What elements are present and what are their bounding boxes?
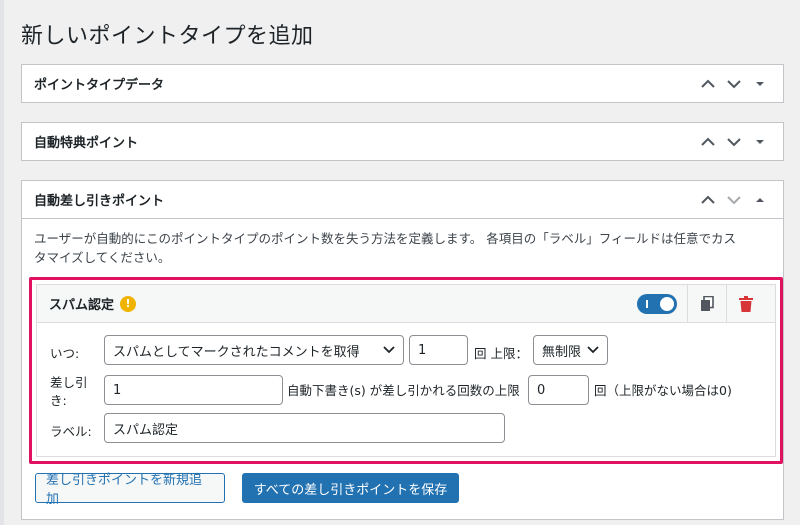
limit-select-value: 無制限 (542, 344, 582, 360)
deduct-amount-value: 1 (113, 382, 122, 398)
chevron-down-icon[interactable] (723, 189, 745, 211)
when-select-value: スパムとしてマークされたコメントを取得 (113, 344, 360, 360)
chevron-down-icon (587, 346, 599, 354)
caret-down-icon[interactable] (749, 131, 771, 153)
times-value: 1 (418, 342, 427, 358)
copy-icon[interactable] (688, 285, 726, 323)
toggle-knob (660, 296, 674, 311)
add-deduction-button[interactable]: 差し引きポイントを新規追加 (35, 473, 225, 507)
page-title: 新しいポイントタイプを追加 (21, 24, 314, 49)
description-line: ユーザーが自動的にこのポイントタイプのポイント数を失う方法を定義します。 各項目… (34, 231, 736, 246)
save-all-deductions-button[interactable]: すべての差し引きポイントを保存 (242, 473, 459, 503)
panel-auto-award-points: 自動特典ポイント (21, 122, 784, 161)
deduct-label: 差し引 き: (50, 374, 88, 410)
panel-actions (697, 189, 771, 211)
limit-label: 回 上限： (474, 346, 528, 361)
caret-down-icon[interactable] (749, 73, 771, 95)
panel-title: 自動特典ポイント (34, 136, 139, 151)
label-value: スパム認定 (113, 422, 179, 438)
hook-header: スパム認定 ! (37, 284, 775, 323)
max-times-input[interactable]: 0 (528, 375, 589, 405)
panel-description: ユーザーが自動的にこのポイントタイプのポイント数を失う方法を定義します。 各項目… (34, 229, 771, 267)
panel-title: 自動差し引きポイント (34, 194, 165, 209)
max-hint: 回（上限がない場合は0) (594, 383, 732, 398)
panel-header[interactable]: ポイントタイプデータ (22, 65, 783, 102)
chevron-up-icon[interactable] (697, 73, 719, 95)
toggle-on-mark (646, 299, 648, 308)
chevron-up-icon[interactable] (697, 189, 719, 211)
draft-limit-text: 自動下書き(s) が差し引かれる回数の上限 (287, 383, 520, 398)
when-select[interactable]: スパムとしてマークされたコメントを取得 (104, 335, 404, 365)
panel-header[interactable]: 自動差し引きポイント (22, 181, 783, 218)
left-edge (0, 0, 4, 525)
panel-title: ポイントタイプデータ (34, 78, 165, 93)
chevron-down-icon[interactable] (723, 73, 745, 95)
panel-point-type-data: ポイントタイプデータ (21, 64, 784, 103)
times-input[interactable]: 1 (409, 335, 468, 365)
hook-title-wrap: スパム認定 ! (49, 294, 137, 313)
caret-up-icon[interactable] (749, 189, 771, 211)
chevron-down-icon (383, 346, 395, 354)
description-line: タマイズしてください。 (34, 250, 171, 265)
when-label: いつ: (50, 346, 80, 361)
label-input[interactable]: スパム認定 (104, 413, 505, 443)
panel-header[interactable]: 自動特典ポイント (22, 123, 783, 160)
deduct-label-line: 差し引 (50, 375, 88, 390)
hook-controls (637, 284, 765, 323)
panel-actions (697, 131, 771, 153)
warning-icon: ! (120, 295, 137, 312)
panel-actions (697, 73, 771, 95)
deduct-label-line: き: (50, 393, 67, 408)
chevron-up-icon[interactable] (697, 131, 719, 153)
limit-select[interactable]: 無制限 (533, 335, 608, 365)
label-label: ラベル: (50, 424, 92, 439)
hook-enable-toggle[interactable] (637, 293, 677, 314)
hook-title: スパム認定 (49, 298, 115, 313)
max-times-value: 0 (537, 382, 546, 398)
deduct-amount-input[interactable]: 1 (104, 375, 283, 405)
chevron-down-icon[interactable] (723, 131, 745, 153)
trash-icon[interactable] (727, 285, 765, 323)
